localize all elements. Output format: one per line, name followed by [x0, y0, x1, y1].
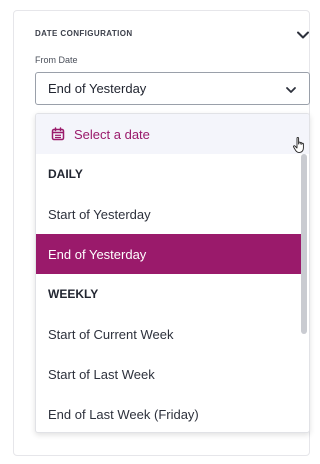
from-date-select[interactable]: End of Yesterday	[35, 72, 310, 105]
hand-pointer-icon	[293, 137, 304, 153]
option-label: Start of Last Week	[48, 367, 155, 382]
option-end-of-last-week-friday[interactable]: End of Last Week (Friday)	[36, 394, 301, 432]
chevron-down-icon[interactable]	[295, 27, 311, 43]
group-header-label: DAILY	[48, 167, 83, 181]
option-label: Start of Current Week	[48, 327, 174, 342]
dropdown-scrollbar[interactable]	[301, 154, 307, 334]
option-start-of-current-week[interactable]: Start of Current Week	[36, 314, 301, 354]
option-label: End of Yesterday	[48, 247, 147, 262]
option-start-of-yesterday[interactable]: Start of Yesterday	[36, 194, 301, 234]
from-date-label: From Date	[35, 55, 78, 65]
from-date-dropdown: Select a date DAILY Start of Yesterday E…	[35, 113, 310, 433]
section-title: DATE CONFIGURATION	[35, 29, 133, 38]
option-label: End of Last Week (Friday)	[48, 407, 199, 422]
group-header-weekly: WEEKLY	[36, 274, 301, 314]
group-header-label: WEEKLY	[48, 287, 99, 301]
group-header-daily: DAILY	[36, 154, 301, 194]
select-a-date-label: Select a date	[74, 127, 150, 142]
option-start-of-last-week[interactable]: Start of Last Week	[36, 354, 301, 394]
calendar-icon	[51, 127, 65, 141]
option-end-of-yesterday[interactable]: End of Yesterday	[36, 234, 301, 274]
option-label: Start of Yesterday	[48, 207, 151, 222]
date-configuration-header[interactable]: DATE CONFIGURATION	[21, 25, 311, 47]
from-date-select-value: End of Yesterday	[48, 81, 147, 96]
select-a-date-option[interactable]: Select a date	[36, 114, 309, 154]
chevron-down-icon	[286, 87, 296, 93]
